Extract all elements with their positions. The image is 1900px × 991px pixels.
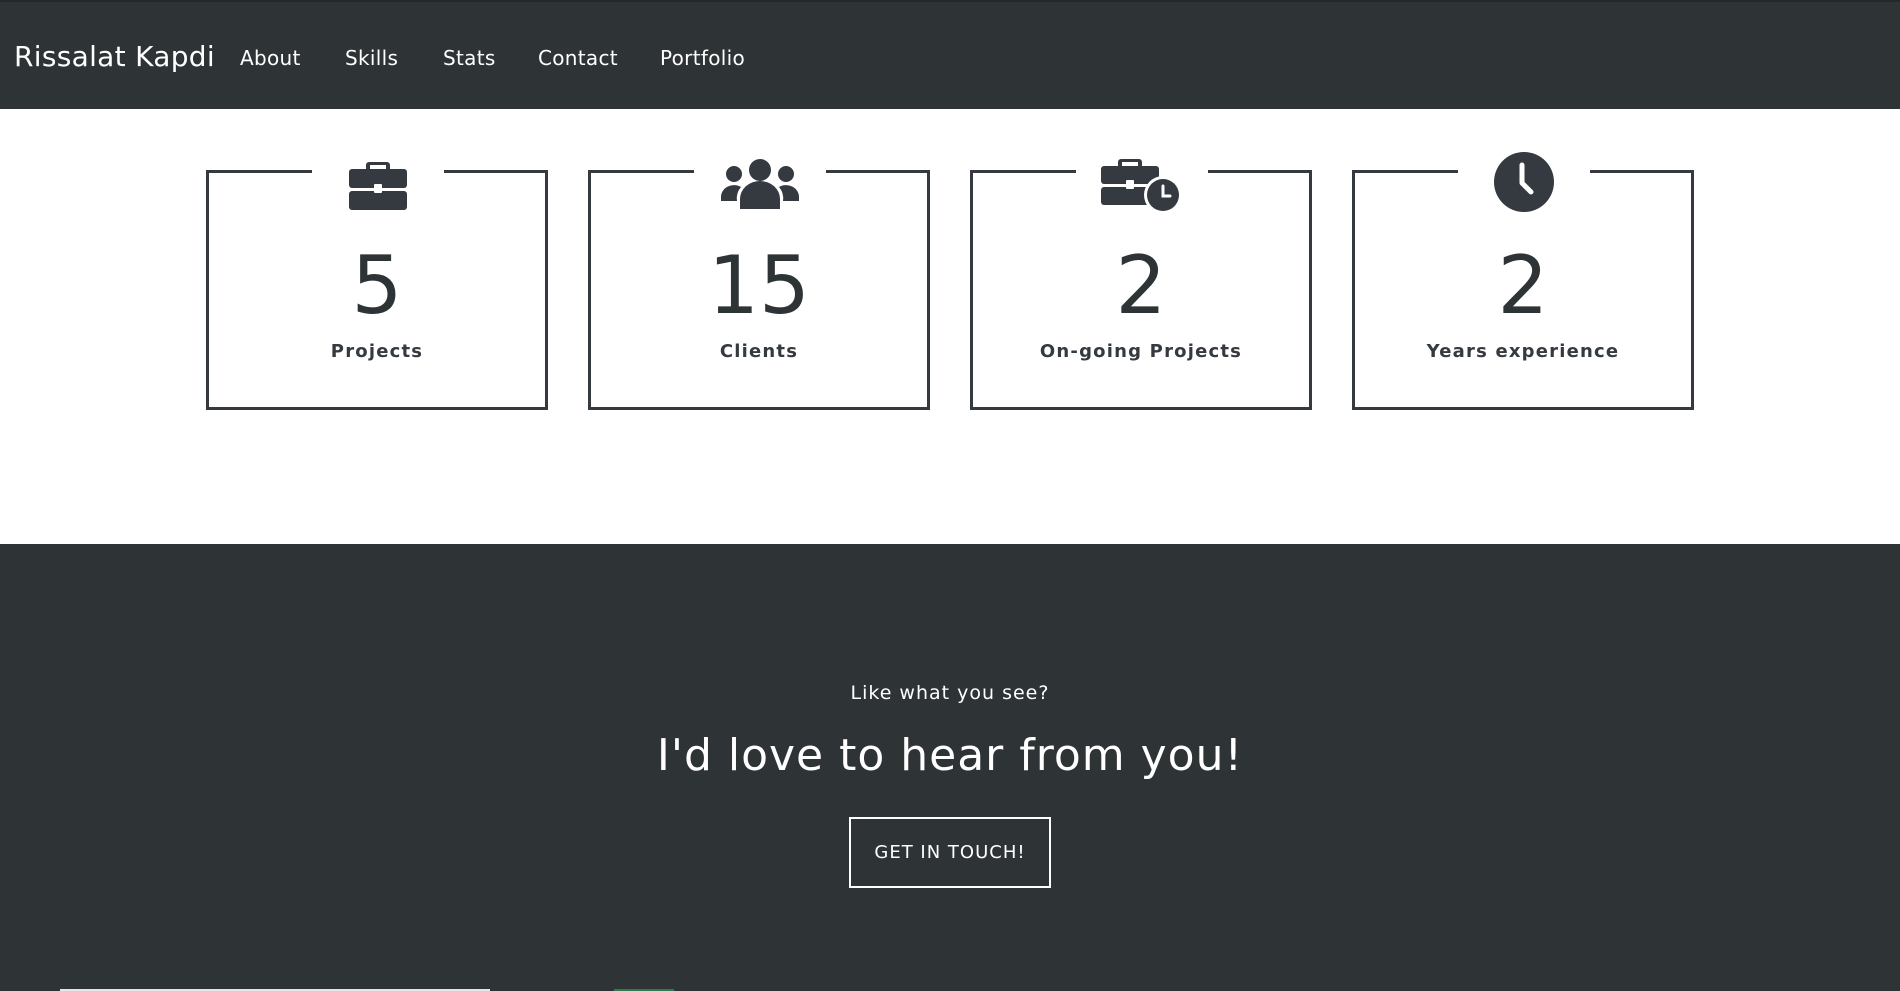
get-in-touch-button[interactable]: GET IN TOUCH! xyxy=(849,817,1051,888)
clock-icon xyxy=(1491,149,1557,215)
stat-label: On-going Projects xyxy=(1039,341,1243,362)
cta-heading: I'd love to hear from you! xyxy=(656,730,1244,781)
stat-card-clients: 15 Clients xyxy=(588,159,930,410)
users-icon xyxy=(717,149,803,215)
cta-kicker: Like what you see? xyxy=(850,682,1050,704)
brand-name[interactable]: Rissalat Kapdi xyxy=(14,40,215,73)
nav-link-portfolio[interactable]: Portfolio xyxy=(660,46,745,70)
stat-value: 5 xyxy=(351,239,403,332)
stat-card-years-experience: 2 Years experience xyxy=(1352,152,1694,410)
business-time-icon xyxy=(1101,149,1183,215)
stat-value: 15 xyxy=(708,239,810,332)
stat-card-projects: 5 Projects xyxy=(206,162,548,410)
nav-link-contact[interactable]: Contact xyxy=(538,46,618,70)
stats-section: 5 Projects 15 Clients 2 On-going Project… xyxy=(0,109,1900,544)
stat-label: Years experience xyxy=(1426,341,1620,362)
stat-value: 2 xyxy=(1115,239,1167,332)
briefcase-icon xyxy=(345,149,411,215)
nav-link-stats[interactable]: Stats xyxy=(443,46,496,70)
navbar: Rissalat Kapdi About Skills Stats Contac… xyxy=(0,0,1900,109)
nav-link-about[interactable]: About xyxy=(240,46,301,70)
nav-link-skills[interactable]: Skills xyxy=(345,46,398,70)
stat-label: Projects xyxy=(330,341,424,362)
stat-label: Clients xyxy=(719,341,799,362)
contact-cta-section: Like what you see? I'd love to hear from… xyxy=(0,544,1900,991)
stat-value: 2 xyxy=(1497,239,1549,332)
stat-card-ongoing-projects: 2 On-going Projects xyxy=(970,159,1312,410)
